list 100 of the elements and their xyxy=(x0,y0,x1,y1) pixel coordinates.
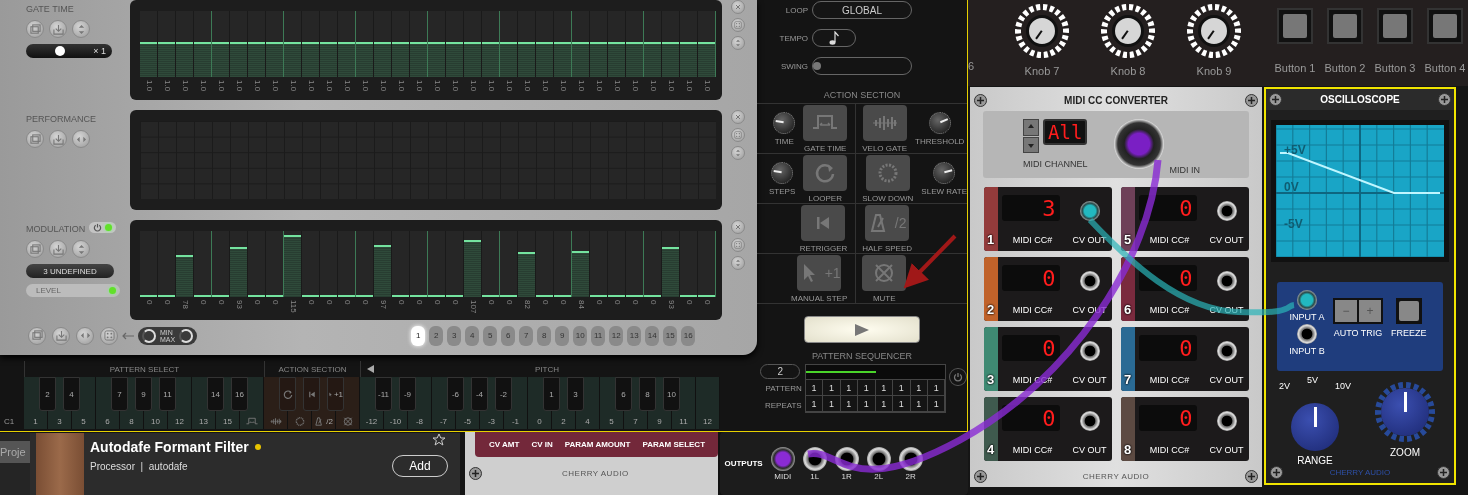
action-button[interactable] xyxy=(865,154,910,191)
action-button[interactable] xyxy=(862,254,907,291)
output-jack[interactable] xyxy=(1079,271,1100,291)
step-bar[interactable] xyxy=(590,42,607,77)
step-bar[interactable] xyxy=(338,42,355,77)
piano-key[interactable]: 14 xyxy=(207,377,224,411)
step-page-button[interactable]: 3 xyxy=(447,325,462,346)
square-button[interactable] xyxy=(1327,8,1363,44)
step-bar[interactable] xyxy=(410,42,427,77)
step-page-button[interactable]: 12 xyxy=(609,325,624,346)
step-page-button[interactable]: 11 xyxy=(591,325,606,346)
paste-button[interactable] xyxy=(49,240,67,258)
step-bar[interactable] xyxy=(518,252,535,297)
action-button[interactable] xyxy=(803,104,848,141)
step-bar[interactable] xyxy=(374,42,391,77)
up-button[interactable] xyxy=(1023,119,1040,136)
step-bar[interactable] xyxy=(230,246,247,297)
square-button[interactable] xyxy=(1277,8,1313,44)
loop-selector[interactable]: GLOBAL xyxy=(812,1,912,19)
step-page-button[interactable]: 4 xyxy=(465,325,480,346)
pattern-cell[interactable]: 1 xyxy=(823,396,841,411)
clear-button[interactable] xyxy=(731,0,745,14)
step-bar[interactable] xyxy=(482,42,499,77)
action-button[interactable] xyxy=(803,154,848,191)
pattern-cell[interactable]: 1 xyxy=(805,380,824,395)
piano-key[interactable]: -9 xyxy=(399,377,416,411)
step-bar[interactable] xyxy=(662,42,679,77)
pattern-cell[interactable]: 1 xyxy=(910,380,928,395)
knob[interactable] xyxy=(928,111,951,134)
step-bar[interactable] xyxy=(536,42,553,77)
paste-button[interactable] xyxy=(49,130,67,148)
step-bar[interactable] xyxy=(572,42,589,77)
step-bar[interactable] xyxy=(626,42,643,77)
square-button[interactable] xyxy=(1427,8,1463,44)
input-jack[interactable] xyxy=(1297,323,1317,344)
step-bar[interactable] xyxy=(608,42,625,77)
step-bar[interactable] xyxy=(176,42,193,77)
down-button[interactable] xyxy=(1023,136,1040,153)
pattern-cell[interactable]: 1 xyxy=(840,396,859,411)
step-bar[interactable] xyxy=(194,42,211,77)
output-jack[interactable] xyxy=(1079,411,1100,431)
pattern-cell[interactable]: 1 xyxy=(875,380,894,395)
pattern-cell[interactable]: 1 xyxy=(858,396,876,411)
step-page-button[interactable]: 6 xyxy=(501,325,516,346)
pattern-cell[interactable]: 1 xyxy=(840,380,859,395)
pattern-cell[interactable]: 1 xyxy=(910,396,928,411)
piano-key[interactable]: 4 xyxy=(63,377,80,411)
step-bar[interactable] xyxy=(302,42,319,77)
step-bar[interactable] xyxy=(374,244,391,297)
piano-key[interactable]: -11 xyxy=(375,377,392,411)
input-jack[interactable] xyxy=(1113,119,1164,169)
step-page-button[interactable]: 8 xyxy=(537,325,552,346)
star-icon[interactable] xyxy=(432,433,446,446)
step-page-button[interactable]: 13 xyxy=(627,325,642,346)
piano-key[interactable]: 11 xyxy=(159,377,176,411)
step-bar[interactable] xyxy=(464,239,481,297)
step-bar[interactable] xyxy=(572,251,589,297)
play-button[interactable] xyxy=(804,316,920,343)
step-bar[interactable] xyxy=(662,246,679,297)
step-bar[interactable] xyxy=(644,42,661,77)
piano-key[interactable]: 3 xyxy=(567,377,584,411)
pattern-cell[interactable]: 1 xyxy=(928,396,946,411)
piano-key[interactable]: -2 xyxy=(495,377,512,411)
clear-button[interactable] xyxy=(731,110,745,124)
step-page-button[interactable]: 14 xyxy=(645,325,660,346)
square-button[interactable] xyxy=(1377,8,1413,44)
step-bar[interactable] xyxy=(140,42,157,77)
output-jack[interactable] xyxy=(1216,201,1237,221)
piano-key[interactable]: -6 xyxy=(447,377,464,411)
step-page-button[interactable]: 16 xyxy=(681,325,696,346)
pattern-cell[interactable]: 1 xyxy=(893,396,911,411)
range-knob[interactable] xyxy=(1291,403,1339,451)
module-card[interactable]: Autodafe Formant Filter Processor | autodafe Add xyxy=(30,433,460,495)
piano-key[interactable]: 2 xyxy=(39,377,56,411)
clear-button[interactable] xyxy=(731,220,745,234)
action-button[interactable] xyxy=(862,104,907,141)
tempo-selector[interactable] xyxy=(812,29,856,47)
knob[interactable] xyxy=(771,161,794,184)
slider-thumb[interactable] xyxy=(813,62,821,70)
step-bar[interactable] xyxy=(230,42,247,77)
step-page-button[interactable]: 5 xyxy=(483,325,498,346)
step-bar[interactable] xyxy=(320,42,337,77)
piano-key[interactable]: 16 xyxy=(231,377,248,411)
collapse-arrow-icon[interactable] xyxy=(367,365,374,373)
step-page-button[interactable]: 15 xyxy=(663,325,678,346)
piano-key[interactable]: +1 xyxy=(327,377,344,411)
piano-key[interactable]: 1 xyxy=(543,377,560,411)
piano-key[interactable]: 8 xyxy=(639,377,656,411)
step-bar[interactable] xyxy=(518,42,535,77)
piano-key[interactable] xyxy=(279,377,296,411)
output-jack[interactable] xyxy=(1216,411,1237,431)
piano-key[interactable]: 10 xyxy=(663,377,680,411)
step-bar[interactable] xyxy=(266,42,283,77)
piano-key[interactable]: -4 xyxy=(471,377,488,411)
power-toggle[interactable] xyxy=(89,221,117,233)
step-bar[interactable] xyxy=(284,42,301,77)
step-bar[interactable] xyxy=(392,42,409,77)
pattern-cell[interactable]: 1 xyxy=(928,380,946,395)
step-bar[interactable] xyxy=(212,42,229,77)
step-page-button[interactable]: 10 xyxy=(573,325,588,346)
